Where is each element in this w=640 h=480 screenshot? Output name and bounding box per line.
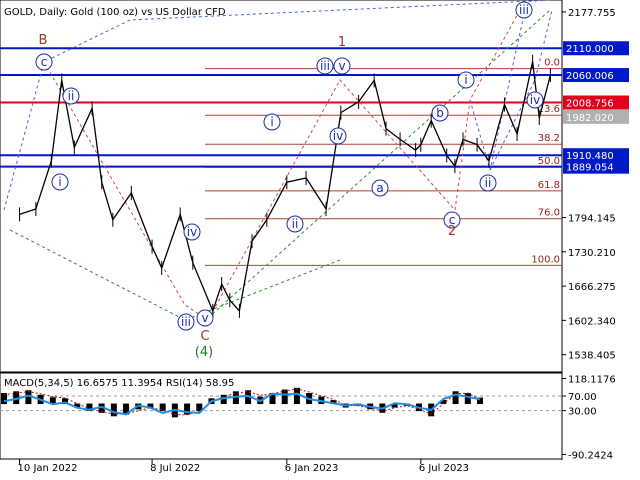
wave-label: C [200,329,209,344]
wave-label: ii [485,176,492,190]
x-tick-label: 6 Jan 2023 [285,463,339,474]
y-axis-ticks: 2177.755 1794.145 1730.210 1666.275 1602.340… [562,8,616,362]
wave-label: iv [333,129,343,143]
wave-label: v [338,59,345,73]
price-panel-frame [0,0,563,373]
chart-title: GOLD, Daily: Gold (100 oz) vs US Dollar … [4,7,226,18]
y-tick-label: 1730.210 [568,248,616,259]
wave-label: (4) [195,345,213,360]
wave-label: ii [292,217,299,231]
wave-label: i [464,73,467,87]
indicator-tick-label: 118.1176 [568,375,616,386]
wave-label: iii [519,3,529,17]
wave-label: 2 [448,224,456,239]
macd-histogram-bar [281,389,288,405]
level-price-text: 2008.756 [566,99,614,110]
wave-label: ii [68,89,75,103]
macd-histogram-bar [293,387,300,405]
x-tick-label: 10 Jan 2022 [18,463,78,474]
wave-label: iii [320,59,330,73]
fib-level-label: 61.8 [538,180,560,191]
indicator-y-ticks: 118.1176 70.00 30.00 -90.2424 [562,375,616,461]
wave-label: iv [187,225,197,239]
x-axis-ticks: 10 Jan 2022 8 Jul 2022 6 Jan 2023 6 Jul 202… [18,459,469,474]
macd-histogram-bar [452,391,459,405]
y-tick-label: 1794.145 [568,214,616,225]
fib-level-label: 100.0 [531,254,560,265]
y-tick-label: 1538.405 [568,351,616,362]
fib-level-label: 50.0 [538,156,560,167]
wave-label: 1 [338,35,346,50]
indicator-tick-label: 70.00 [568,392,597,403]
indicator-tick-label: -90.2424 [568,450,613,461]
y-tick-label: 2177.755 [568,8,616,19]
wave-label: i [270,115,273,129]
level-price-text: 2060.006 [566,71,614,82]
x-tick-label: 8 Jul 2022 [150,463,200,474]
level-price-text: 1982.020 [566,113,614,124]
x-tick-label: 6 Jul 2023 [419,463,469,474]
wave-label: B [39,33,48,48]
wave-label: v [201,311,208,325]
level-price-boxes: 2110.0002060.0062008.7561982.0201910.480… [563,41,629,174]
macd-histogram-bar [464,393,471,405]
indicator-tick-label: 30.00 [568,407,597,418]
wave-label: b [436,106,444,120]
fib-level-label: 0.0 [544,58,560,69]
gold-chart-svg: GOLD, Daily: Gold (100 oz) vs US Dollar … [0,0,629,474]
wave-label: iv [530,93,540,107]
wave-label: iii [181,315,191,329]
wave-label: c [41,55,48,69]
level-price-text: 1889.054 [566,163,614,174]
wave-label: a [376,181,383,195]
fib-level-label: 38.2 [538,133,560,144]
indicator-title: MACD(5,34,5) 16.6575 11.3954 RSI(14) 58.… [4,378,234,389]
y-tick-label: 1602.340 [568,316,616,327]
fib-level-label: 76.0 [538,208,560,219]
level-price-text: 2110.000 [566,44,614,55]
y-tick-label: 1666.275 [568,282,616,293]
wave-label: i [58,175,61,189]
